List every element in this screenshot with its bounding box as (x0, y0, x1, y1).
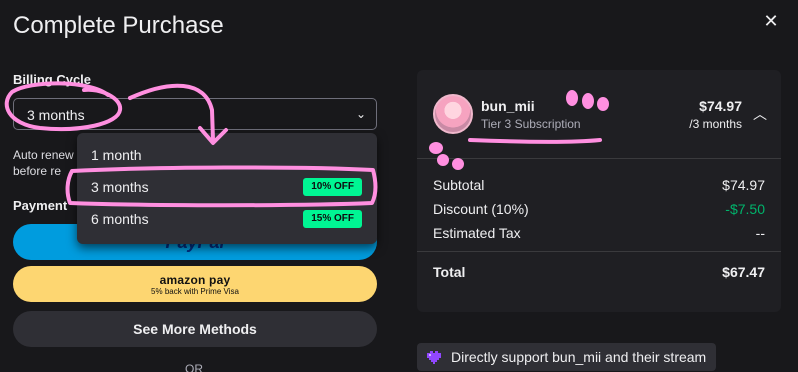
option-label: 3 months (91, 179, 149, 195)
channel-username: bun_mii (481, 98, 535, 114)
billing-cycle-dropdown: 1 month 3 months 10% OFF 6 months 15% OF… (77, 133, 377, 244)
row-value: -$7.50 (725, 201, 765, 217)
support-text: Directly support bun_mii and their strea… (451, 349, 707, 365)
total-value: $67.47 (722, 264, 765, 280)
summary-row-subtotal: Subtotal $74.97 (433, 177, 765, 193)
chevron-down-icon: ⌄ (355, 107, 366, 121)
amazon-pay-button[interactable]: amazon pay 5% back with Prime Visa (13, 266, 377, 302)
amazon-pay-logo: amazon pay (159, 272, 231, 287)
divider (417, 251, 781, 252)
row-label: Estimated Tax (433, 225, 521, 241)
subscription-price: $74.97 (699, 98, 742, 114)
amazon-pay-subtext: 5% back with Prime Visa (151, 286, 239, 296)
summary-row-total: Total $67.47 (433, 264, 765, 280)
summary-row-discount: Discount (10%) -$7.50 (433, 201, 765, 217)
see-more-methods-label: See More Methods (133, 321, 257, 337)
auto-renew-text: Auto renew before re (13, 148, 74, 178)
close-icon[interactable]: ✕ (762, 12, 780, 30)
pixel-heart-icon (427, 351, 441, 364)
order-summary-card: bun_mii Tier 3 Subscription $74.97 /3 mo… (417, 70, 781, 312)
subscription-tier: Tier 3 Subscription (481, 117, 581, 131)
summary-row-tax: Estimated Tax -- (433, 225, 765, 241)
payment-label: Payment (13, 198, 68, 213)
dropdown-option-6-months[interactable]: 6 months 15% OFF (77, 205, 377, 233)
see-more-methods-button[interactable]: See More Methods (13, 311, 377, 347)
discount-badge: 15% OFF (303, 210, 362, 228)
row-value: $74.97 (722, 177, 765, 193)
row-label: Discount (10%) (433, 201, 529, 217)
support-banner: Directly support bun_mii and their strea… (417, 343, 717, 371)
billing-cycle-value: 3 months (27, 107, 85, 123)
or-divider: OR (185, 362, 203, 372)
modal-title: Complete Purchase (13, 12, 224, 39)
divider (417, 158, 781, 159)
avatar (433, 94, 473, 134)
row-value: -- (755, 225, 765, 241)
total-label: Total (433, 264, 466, 280)
option-label: 1 month (91, 147, 142, 163)
discount-badge: 10% OFF (303, 178, 362, 196)
row-label: Subtotal (433, 177, 485, 193)
option-label: 6 months (91, 211, 149, 227)
dropdown-option-3-months[interactable]: 3 months 10% OFF (77, 173, 377, 201)
dropdown-option-1-month[interactable]: 1 month (77, 141, 377, 169)
billing-cycle-select[interactable]: 3 months ⌄ (13, 98, 377, 130)
chevron-up-icon[interactable]: ︿ (753, 104, 767, 124)
subscription-period: /3 months (689, 117, 742, 131)
billing-cycle-label: Billing Cycle (13, 72, 92, 87)
